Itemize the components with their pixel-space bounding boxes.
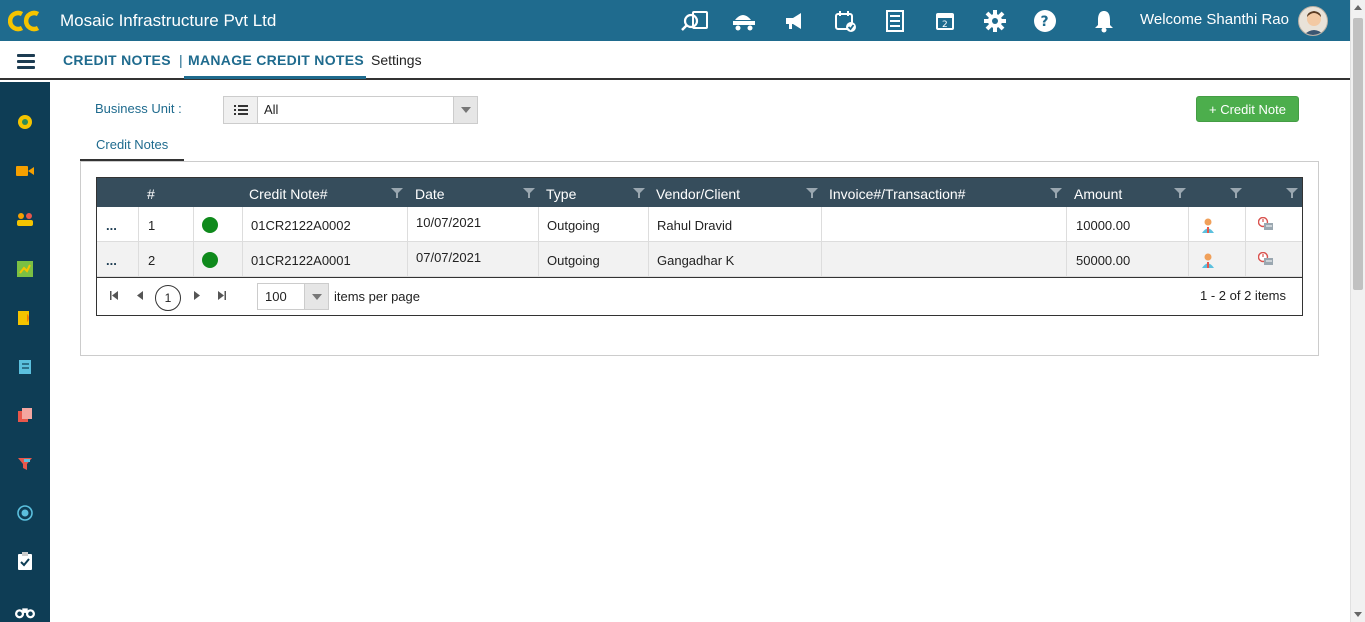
credit-note-type: Outgoing [547, 218, 600, 233]
vendor-client-name: Rahul Dravid [657, 218, 733, 233]
sidebar [0, 82, 50, 622]
column-header-credit-note[interactable]: Credit Note# [249, 178, 328, 207]
users-icon[interactable] [15, 209, 35, 229]
filter-icon[interactable] [15, 454, 35, 474]
table-row[interactable]: ... 1 01CR2122A0002 10/07/2021 Outgoing … [97, 207, 1302, 242]
user-approve-icon[interactable] [1201, 217, 1215, 236]
column-header-invoice[interactable]: Invoice#/Transaction# [829, 178, 965, 207]
vertical-scrollbar[interactable] [1350, 0, 1365, 622]
scroll-thumb[interactable] [1353, 18, 1363, 290]
calendar-icon[interactable]: 2 [920, 0, 970, 41]
clipboard-icon[interactable] [15, 551, 35, 571]
nav-separator: | [179, 52, 183, 68]
credit-note-number: 01CR2122A0002 [251, 218, 351, 233]
credit-note-amount: 10000.00 [1076, 218, 1131, 233]
column-header-date[interactable]: Date [415, 178, 445, 207]
company-name: Mosaic Infrastructure Pvt Ltd [60, 10, 277, 30]
status-dot-icon [202, 252, 218, 268]
grid-header: # Credit Note# Date Type Vendor/Client I… [97, 178, 1302, 207]
dashboard-icon[interactable] [15, 112, 35, 132]
row-menu[interactable]: ... [106, 218, 117, 233]
target-icon[interactable] [15, 503, 35, 523]
nav-bar: CREDIT NOTES | MANAGE CREDIT NOTES Setti… [0, 41, 1350, 80]
chevron-down-icon[interactable] [304, 284, 328, 309]
filter-icon[interactable] [633, 186, 645, 198]
welcome-text: Welcome Shanthi Rao [1140, 11, 1289, 28]
filter-icon[interactable] [1174, 186, 1186, 198]
nav-credit-notes[interactable]: CREDIT NOTES [63, 52, 171, 68]
clock-document-icon[interactable] [1257, 216, 1274, 234]
top-header: Mosaic Infrastructure Pvt Ltd 2 ? Welcom… [0, 0, 1350, 41]
pager-info: 1 - 2 of 2 items [1200, 288, 1286, 303]
search-doc-icon[interactable] [670, 0, 720, 41]
filter-icon[interactable] [1230, 186, 1242, 198]
list-icon [224, 97, 258, 123]
next-page-icon[interactable] [192, 290, 202, 300]
add-credit-note-button[interactable]: + Credit Note [1196, 96, 1299, 122]
last-page-icon[interactable] [217, 290, 227, 300]
video-icon[interactable] [15, 161, 35, 181]
row-number: 1 [148, 218, 156, 233]
column-header-amount[interactable]: Amount [1074, 178, 1122, 207]
gear-icon[interactable] [970, 0, 1020, 41]
status-dot-icon [202, 217, 218, 233]
svg-text:2: 2 [942, 20, 948, 30]
active-nav-underline [184, 76, 366, 79]
truck-icon[interactable] [720, 0, 770, 41]
business-unit-select[interactable]: All [223, 96, 478, 124]
items-per-page-label: items per page [334, 289, 420, 304]
scroll-up-arrow-icon[interactable] [1354, 5, 1362, 10]
credit-note-date: 10/07/2021 [416, 215, 482, 230]
credit-note-date: 07/07/2021 [416, 250, 482, 265]
user-avatar[interactable] [1298, 6, 1328, 36]
menu-icon[interactable] [17, 54, 35, 69]
nav-settings[interactable]: Settings [371, 52, 422, 68]
user-approve-icon[interactable] [1201, 252, 1215, 271]
column-header-type[interactable]: Type [546, 178, 576, 207]
nav-manage-credit-notes[interactable]: MANAGE CREDIT NOTES [188, 52, 364, 68]
filter-icon[interactable] [391, 186, 403, 198]
page-size-value: 100 [265, 289, 287, 304]
filter-icon[interactable] [523, 186, 535, 198]
prev-page-icon[interactable] [135, 290, 145, 300]
chevron-down-icon[interactable] [453, 97, 477, 123]
credit-note-number: 01CR2122A0001 [251, 253, 351, 268]
document-icon[interactable] [15, 308, 35, 328]
credit-note-type: Outgoing [547, 253, 600, 268]
business-unit-value: All [264, 102, 279, 117]
credit-notes-grid: # Credit Note# Date Type Vendor/Client I… [96, 177, 1303, 316]
filter-icon[interactable] [1286, 186, 1298, 198]
vendor-client-name: Gangadhar K [657, 253, 735, 268]
bell-icon[interactable] [1092, 8, 1116, 37]
files-icon[interactable] [15, 405, 35, 425]
tab-credit-notes[interactable]: Credit Notes [96, 137, 168, 152]
binoculars-icon[interactable] [15, 602, 35, 622]
scroll-down-arrow-icon[interactable] [1354, 612, 1362, 617]
first-page-icon[interactable] [109, 290, 119, 300]
clock-document-icon[interactable] [1257, 251, 1274, 269]
grid-pager: 1 100 items per page 1 - 2 of 2 items [97, 277, 1302, 315]
business-unit-label: Business Unit : [95, 101, 182, 116]
calendar-check-icon[interactable] [820, 0, 870, 41]
row-menu[interactable]: ... [106, 253, 117, 268]
book-icon[interactable] [15, 357, 35, 377]
page-size-select[interactable]: 100 [257, 283, 329, 310]
app-logo[interactable] [0, 0, 50, 41]
filter-icon[interactable] [1050, 186, 1062, 198]
filter-icon[interactable] [806, 186, 818, 198]
help-icon[interactable]: ? [1020, 0, 1070, 41]
column-header-vendor-client[interactable]: Vendor/Client [656, 178, 740, 207]
current-page[interactable]: 1 [155, 285, 181, 311]
credit-note-amount: 50000.00 [1076, 253, 1131, 268]
row-number: 2 [148, 253, 156, 268]
list-doc-icon[interactable] [870, 0, 920, 41]
megaphone-icon[interactable] [770, 0, 820, 41]
column-header-num[interactable]: # [147, 178, 155, 207]
chart-icon[interactable] [15, 259, 35, 279]
svg-text:?: ? [1041, 14, 1049, 30]
table-row[interactable]: ... 2 01CR2122A0001 07/07/2021 Outgoing … [97, 242, 1302, 277]
